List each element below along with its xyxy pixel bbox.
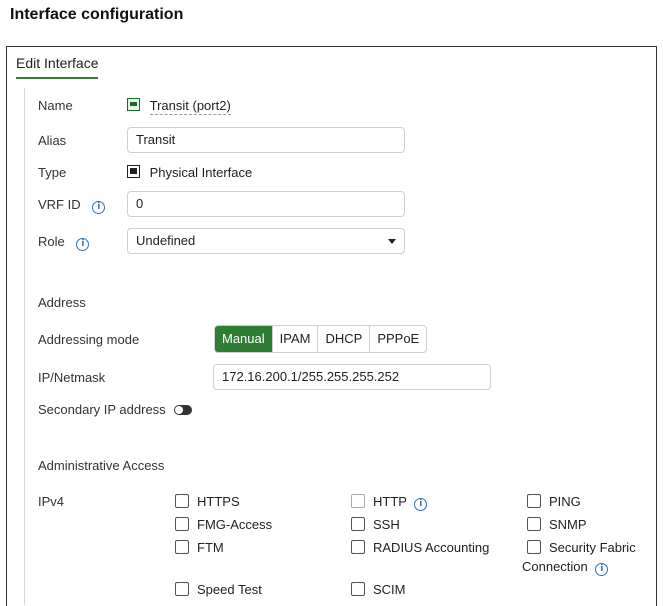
vrf-label-row: VRF ID i — [38, 197, 106, 214]
role-label: Role — [38, 234, 65, 249]
secondary-ip-row: Secondary IP address — [38, 402, 193, 417]
role-select[interactable]: Undefined — [127, 228, 405, 254]
type-value: Physical Interface — [149, 165, 253, 180]
security-fabric-connection-label: Connection — [522, 559, 588, 574]
tab-active-indicator — [16, 77, 98, 79]
ping-checkbox[interactable] — [527, 494, 541, 508]
radius-accounting-checkbox[interactable] — [351, 540, 365, 554]
ping-checkbox-row[interactable]: PING — [527, 494, 581, 509]
admin-access-section-label: Administrative Access — [38, 458, 165, 473]
role-label-row: Role i — [38, 234, 90, 251]
info-icon[interactable]: i — [76, 238, 90, 251]
alias-label: Alias — [38, 133, 67, 148]
ssh-checkbox-row[interactable]: SSH — [351, 517, 400, 532]
fmg-access-checkbox-row[interactable]: FMG-Access — [175, 517, 272, 532]
ftm-label: FTM — [197, 540, 224, 555]
scim-checkbox-row[interactable]: SCIM — [351, 582, 406, 597]
ftm-checkbox[interactable] — [175, 540, 189, 554]
security-fabric-checkbox-row[interactable]: Security Fabric — [527, 540, 636, 555]
scim-checkbox[interactable] — [351, 582, 365, 596]
fmg-access-label: FMG-Access — [197, 517, 273, 532]
mode-dhcp-button[interactable]: DHCP — [317, 326, 369, 352]
mode-manual-button[interactable]: Manual — [215, 326, 272, 352]
addressing-mode-label: Addressing mode — [38, 332, 140, 347]
ssh-label: SSH — [373, 517, 400, 532]
snmp-checkbox[interactable] — [527, 517, 541, 531]
info-icon[interactable]: i — [595, 563, 609, 576]
ssh-checkbox[interactable] — [351, 517, 365, 531]
chevron-down-icon — [388, 239, 396, 244]
form-left-border — [24, 88, 25, 605]
http-checkbox[interactable] — [351, 494, 365, 508]
http-label: HTTP — [373, 494, 407, 509]
https-checkbox[interactable] — [175, 494, 189, 508]
vrf-id-input[interactable]: 0 — [127, 191, 405, 217]
port-icon — [127, 98, 140, 111]
tab-edit-interface[interactable]: Edit Interface — [16, 55, 99, 71]
ftm-checkbox-row[interactable]: FTM — [175, 540, 224, 555]
http-checkbox-row[interactable]: HTTP i — [351, 494, 428, 511]
toggle-off-icon[interactable] — [174, 405, 193, 415]
fmg-access-checkbox[interactable] — [175, 517, 189, 531]
mode-pppoe-button[interactable]: PPPoE — [369, 326, 426, 352]
role-value: Undefined — [136, 233, 196, 248]
radius-accounting-label: RADIUS Accounting — [373, 540, 490, 555]
speed-test-checkbox[interactable] — [175, 582, 189, 596]
ipv4-label: IPv4 — [38, 494, 65, 509]
speed-test-checkbox-row[interactable]: Speed Test — [175, 582, 262, 597]
snmp-checkbox-row[interactable]: SNMP — [527, 517, 587, 532]
info-icon[interactable]: i — [92, 201, 106, 214]
type-label: Type — [38, 165, 67, 180]
vrf-label: VRF ID — [38, 197, 81, 212]
address-section-label: Address — [38, 295, 86, 310]
https-checkbox-row[interactable]: HTTPS — [175, 494, 240, 509]
type-value-row: Physical Interface — [127, 165, 252, 180]
radius-accounting-checkbox-row[interactable]: RADIUS Accounting — [351, 540, 489, 555]
mode-ipam-button[interactable]: IPAM — [271, 326, 318, 352]
name-value-row[interactable]: Transit (port2) — [127, 98, 231, 115]
security-fabric-connection-checkbox[interactable] — [527, 540, 541, 554]
addressing-mode-segmented: Manual IPAM DHCP PPPoE — [214, 325, 428, 353]
info-icon[interactable]: i — [414, 498, 428, 511]
security-fabric-label-line2-row: Connection i — [522, 559, 609, 576]
ip-netmask-label: IP/Netmask — [38, 370, 106, 385]
alias-input[interactable]: Transit — [127, 127, 405, 153]
ip-netmask-input[interactable]: 172.16.200.1/255.255.255.252 — [213, 364, 491, 390]
secondary-ip-label: Secondary IP address — [38, 402, 166, 417]
snmp-label: SNMP — [549, 517, 587, 532]
name-value[interactable]: Transit (port2) — [149, 98, 231, 115]
ping-label: PING — [549, 494, 581, 509]
name-label: Name — [38, 98, 73, 113]
speed-test-label: Speed Test — [197, 582, 262, 597]
scim-label: SCIM — [373, 582, 406, 597]
physical-interface-icon — [127, 165, 140, 178]
security-fabric-label: Security Fabric — [549, 540, 636, 555]
page-heading: Interface configuration — [10, 6, 184, 23]
https-label: HTTPS — [197, 494, 240, 509]
